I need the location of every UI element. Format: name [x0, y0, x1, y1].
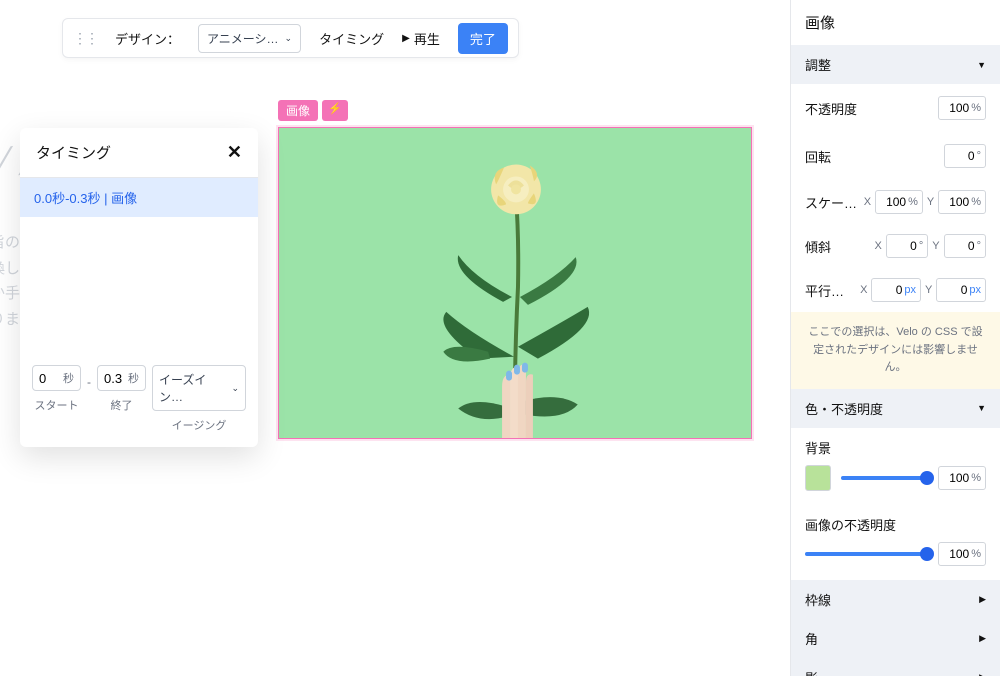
skew-label: 傾斜 — [805, 237, 869, 256]
design-label: デザイン： — [115, 29, 180, 48]
play-label: 再生 — [414, 29, 440, 48]
play-button[interactable]: ▶ 再生 — [402, 29, 440, 48]
rotation-label: 回転 — [805, 147, 944, 166]
animation-indicator-icon[interactable]: ⚡ — [322, 100, 348, 121]
play-icon: ▶ — [402, 33, 410, 44]
image-opacity-label: 画像の不透明度 — [791, 505, 1000, 534]
section-adjust[interactable]: 調整 ▼ — [791, 45, 1000, 84]
timing-panel-header: タイミング ✕ — [20, 128, 258, 178]
chevron-right-icon: ▶ — [979, 594, 986, 605]
chevron-down-icon: ▼ — [977, 60, 986, 70]
background-opacity-slider[interactable] — [841, 476, 928, 480]
timing-panel-title: タイミング — [36, 142, 111, 163]
skew-x-input[interactable]: ° — [886, 234, 928, 258]
scale-label: スケーリ… — [805, 193, 858, 212]
chevron-right-icon: ▶ — [979, 633, 986, 644]
easing-dropdown[interactable]: イーズイン… ⌄ — [152, 365, 246, 411]
translate-label: 平行移動 — [805, 281, 854, 300]
background-color-chip[interactable] — [805, 465, 831, 491]
end-time-input[interactable]: 秒 — [97, 365, 146, 391]
element-type-tag[interactable]: 画像 — [278, 100, 318, 121]
timing-controls: 秒 スタート - 秒 終了 イーズイン… ⌄ イージング — [20, 347, 258, 447]
end-label: 終了 — [111, 397, 133, 413]
image-opacity-input[interactable]: % — [938, 542, 986, 566]
timing-item[interactable]: 0.0秒-0.3秒 | 画像 — [20, 178, 258, 217]
element-tags: 画像 ⚡ — [278, 100, 768, 121]
background-opacity-input[interactable]: % — [938, 466, 986, 490]
timing-panel: タイミング ✕ 0.0秒-0.3秒 | 画像 秒 スタート - 秒 終了 イーズ… — [20, 128, 258, 447]
chevron-right-icon: ▶ — [979, 672, 986, 676]
timing-button[interactable]: タイミング — [319, 29, 384, 48]
opacity-input[interactable]: % — [938, 96, 986, 120]
velo-css-note: ここでの選択は、Velo の CSS で設定されたデザインには影響しません。 — [791, 312, 1000, 389]
section-color-opacity[interactable]: 色・不透明度 ▼ — [791, 389, 1000, 428]
image-opacity-slider[interactable] — [805, 552, 928, 556]
section-border[interactable]: 枠線 ▶ — [791, 580, 1000, 619]
rotation-input[interactable]: ° — [944, 144, 986, 168]
background-label: 背景 — [791, 428, 1000, 457]
slider-thumb[interactable] — [920, 547, 934, 561]
translate-y-input[interactable]: px — [936, 278, 986, 302]
chevron-down-icon: ⌄ — [285, 33, 293, 44]
translate-x-input[interactable]: px — [871, 278, 921, 302]
range-dash: - — [87, 365, 91, 389]
canvas-area: 画像 ⚡ — [278, 100, 768, 439]
scale-x-input[interactable]: % — [875, 190, 923, 214]
drag-handle-icon[interactable]: ⋮⋮ — [73, 30, 97, 47]
slider-thumb[interactable] — [920, 471, 934, 485]
panel-title: 画像 — [791, 0, 1000, 45]
easing-label: イージング — [172, 417, 227, 433]
close-icon[interactable]: ✕ — [227, 142, 242, 163]
end-time-value[interactable] — [104, 371, 126, 386]
design-toolbar: ⋮⋮ デザイン： アニメーシ… ⌄ タイミング ▶ 再生 完了 — [62, 18, 519, 58]
design-dropdown[interactable]: アニメーシ… ⌄ — [198, 24, 301, 53]
skew-y-input[interactable]: ° — [944, 234, 986, 258]
chevron-down-icon: ▼ — [977, 403, 986, 413]
selected-image[interactable] — [278, 127, 752, 439]
background-placeholder-text: 旨の 喚し か手 りま — [0, 230, 20, 332]
properties-panel: 画像 調整 ▼ 不透明度 % 回転 ° スケーリ… X % Y % — [790, 0, 1000, 676]
section-shadow[interactable]: 影 ▶ — [791, 658, 1000, 676]
start-time-input[interactable]: 秒 — [32, 365, 81, 391]
opacity-label: 不透明度 — [805, 99, 938, 118]
easing-value: イーズイン… — [159, 371, 227, 405]
section-corner[interactable]: 角 ▶ — [791, 619, 1000, 658]
start-label: スタート — [35, 397, 79, 413]
start-time-value[interactable] — [39, 371, 61, 386]
design-dropdown-value: アニメーシ… — [207, 30, 279, 47]
scale-y-input[interactable]: % — [938, 190, 986, 214]
done-button-top[interactable]: 完了 — [458, 23, 508, 54]
chevron-down-icon: ⌄ — [231, 383, 239, 394]
